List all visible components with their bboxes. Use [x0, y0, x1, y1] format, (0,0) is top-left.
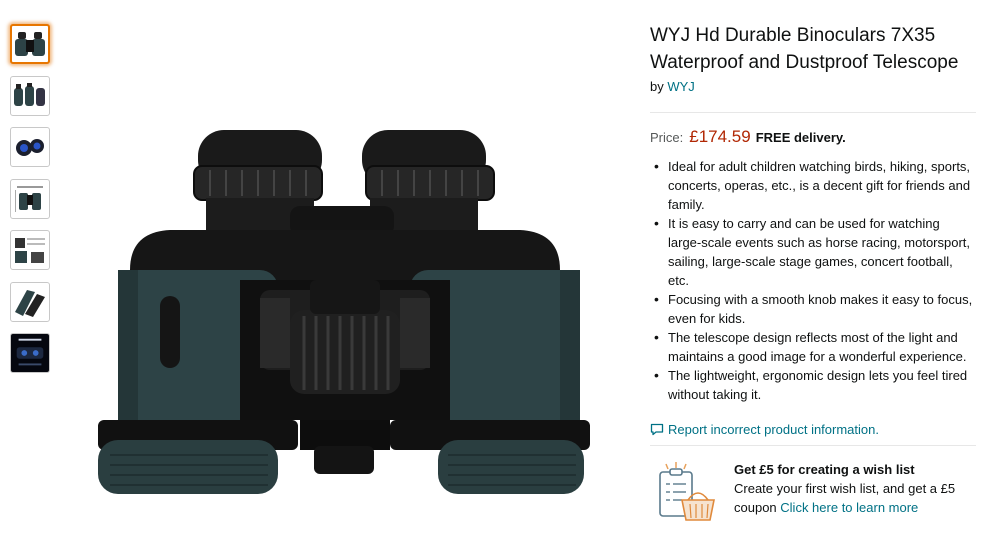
binoculars-thumb-icon — [16, 139, 44, 156]
free-delivery-text: FREE delivery. — [755, 130, 846, 145]
main-product-image[interactable] — [90, 120, 595, 505]
list-item: It is easy to carry and can be used for … — [650, 214, 976, 290]
byline-prefix: by — [650, 79, 664, 94]
thumbnail-6[interactable] — [10, 281, 50, 322]
binoculars-thumb-icon — [15, 32, 45, 56]
binoculars-thumb-icon — [14, 82, 45, 106]
thumbnail-2[interactable] — [10, 75, 50, 116]
brand-link[interactable]: WYJ — [667, 79, 694, 94]
thumbnail-7[interactable] — [10, 333, 50, 373]
list-item: Focusing with a smooth knob makes it eas… — [650, 290, 976, 328]
divider — [650, 112, 976, 113]
binoculars-image — [98, 130, 590, 494]
thumbnail-4[interactable] — [10, 178, 50, 219]
speech-bubble-icon — [650, 423, 664, 436]
list-item: The telescope design reflects most of th… — [650, 328, 976, 366]
list-item: The lightweight, ergonomic design lets y… — [650, 366, 976, 404]
thumbnail-1[interactable] — [10, 24, 50, 64]
learn-more-link[interactable]: Click here to learn more — [780, 500, 918, 515]
report-incorrect-link[interactable]: Report incorrect product information. — [650, 422, 976, 437]
price-label: Price: — [650, 130, 684, 145]
price-value: £174.59 — [689, 127, 751, 146]
binoculars-thumb-icon — [15, 289, 45, 317]
wishlist-title: Get £5 for creating a wish list — [734, 462, 915, 477]
thumbnail-3[interactable] — [10, 127, 50, 167]
feature-bullets: Ideal for adult children watching birds,… — [650, 157, 976, 404]
product-info-panel: WYJ Hd Durable Binoculars 7X35 Waterproo… — [650, 22, 976, 524]
wishlist-text: Get £5 for creating a wish list Create y… — [734, 460, 976, 524]
price-row: Price: £174.59 FREE delivery. — [650, 127, 976, 147]
binoculars-thumb-icon — [15, 185, 43, 212]
thumbnail-5[interactable] — [10, 230, 50, 270]
thumbnail-strip — [10, 24, 52, 385]
product-title: WYJ Hd Durable Binoculars 7X35 Waterproo… — [650, 25, 959, 73]
wishlist-promo: Get £5 for creating a wish list Create y… — [650, 460, 976, 524]
clipboard-basket-icon — [650, 460, 722, 524]
list-item: Ideal for adult children watching birds,… — [650, 157, 976, 214]
divider — [650, 445, 976, 446]
report-link-text: Report incorrect product information. — [668, 422, 879, 437]
binoculars-thumb-icon — [15, 238, 45, 263]
byline: by WYJ — [650, 79, 976, 94]
binoculars-thumb-icon — [11, 334, 49, 372]
